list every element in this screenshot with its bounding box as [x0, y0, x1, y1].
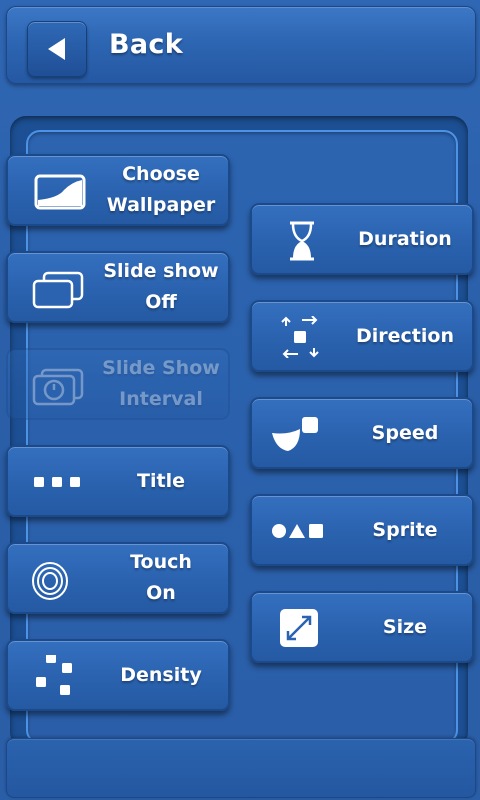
tile-label-line1: Title — [137, 469, 185, 492]
density-icon — [26, 653, 86, 697]
title-button[interactable]: Title — [6, 445, 230, 517]
back-arrow-icon — [48, 38, 65, 60]
tile-label: Size — [382, 615, 428, 638]
tile-label-line2: Wallpaper — [106, 194, 216, 216]
wallpaper-icon — [26, 170, 86, 212]
slideshow-interval-button[interactable]: Slide Show Interval — [6, 348, 230, 420]
touch-icon — [26, 558, 86, 600]
shapes-icon — [270, 510, 330, 552]
direction-arrows-icon — [270, 315, 330, 359]
sprite-button[interactable]: Sprite — [250, 494, 474, 566]
size-button[interactable]: Size — [250, 591, 474, 663]
touch-toggle-button[interactable]: Touch On — [6, 542, 230, 614]
tile-label: Duration — [358, 227, 452, 250]
tile-label-line1: Slide show — [103, 260, 219, 282]
tile-label-line1: Density — [120, 663, 202, 686]
tile-label-line1: Slide Show — [102, 357, 220, 379]
speed-icon — [270, 413, 330, 455]
duration-button[interactable]: Duration — [250, 203, 474, 275]
app-header: Back — [6, 6, 476, 84]
slideshow-toggle-button[interactable]: Slide show Off — [6, 251, 230, 323]
density-button[interactable]: Density — [6, 639, 230, 711]
resize-icon — [270, 607, 330, 649]
tile-label-line2: On — [146, 582, 176, 604]
tile-label: Direction — [356, 324, 454, 347]
tile-label: Sprite — [372, 518, 438, 541]
footer-bar — [6, 738, 476, 798]
hourglass-icon — [270, 219, 330, 261]
tile-label-line1: Touch — [130, 551, 192, 573]
dots-icon — [26, 461, 86, 503]
back-button[interactable] — [27, 21, 87, 77]
slideshow-icon — [26, 267, 86, 309]
direction-button[interactable]: Direction — [250, 300, 474, 372]
timer-icon — [26, 364, 86, 406]
tile-label-line1: Choose — [122, 163, 200, 185]
tile-label-line2: Off — [145, 291, 177, 313]
speed-button[interactable]: Speed — [250, 397, 474, 469]
tile-label-line2: Interval — [119, 388, 203, 410]
choose-wallpaper-button[interactable]: Choose Wallpaper — [6, 154, 230, 226]
tile-label: Speed — [371, 421, 439, 444]
back-label[interactable]: Back — [109, 29, 183, 60]
